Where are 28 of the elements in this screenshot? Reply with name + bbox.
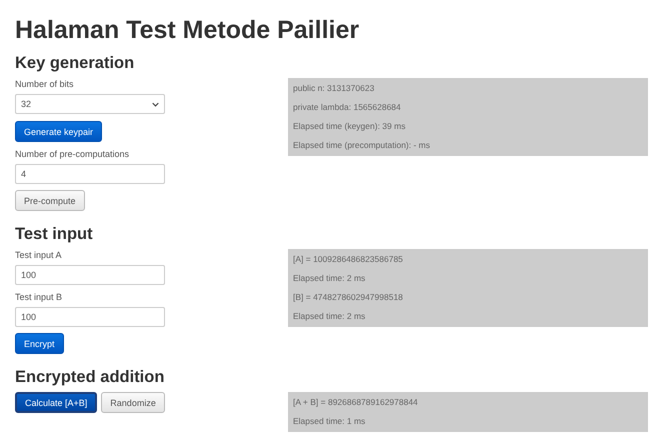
output-line: private lambda: 1565628684 [293,101,402,114]
output-line: Elapsed time: 1 ms [293,415,366,428]
output-line: Elapsed time: 2 ms [293,310,366,323]
bits-dropdown[interactable]: 32 [15,94,165,114]
field-label: Number of pre-computations [15,148,130,160]
section-heading: Test input [15,224,94,245]
action-button[interactable]: Calculate [A+B] [15,392,98,413]
output-line: Elapsed time (precomputation): - ms [293,139,431,152]
field-label: Test input A [15,249,62,261]
output-line: [A + B] = 8926868789162978844 [293,396,419,409]
output-line: [A] = 1009286486823586785 [293,253,404,266]
page-title: Halaman Test Metode Paillier [15,15,360,46]
section-heading: Key generation [15,53,136,74]
action-button[interactable]: Generate keypair [15,121,102,142]
field-label: Test input B [15,291,62,303]
field-label: Number of bits [15,78,74,90]
output-line: [B] = 4748278602947998518 [293,291,404,304]
section-heading: Encrypted addition [15,367,166,388]
input-field[interactable]: 100 [15,265,165,285]
output-line: Elapsed time: 2 ms [293,272,366,285]
action-button[interactable]: Randomize [101,392,165,413]
output-line: public n: 3131370623 [293,82,376,95]
input-field[interactable]: 4 [15,164,165,184]
output-line: Elapsed time (keygen): 39 ms [293,120,406,133]
action-button[interactable]: Pre-compute [15,190,85,211]
input-field[interactable]: 100 [15,307,165,327]
caret-icon [152,102,159,106]
action-button[interactable]: Encrypt [15,333,64,354]
